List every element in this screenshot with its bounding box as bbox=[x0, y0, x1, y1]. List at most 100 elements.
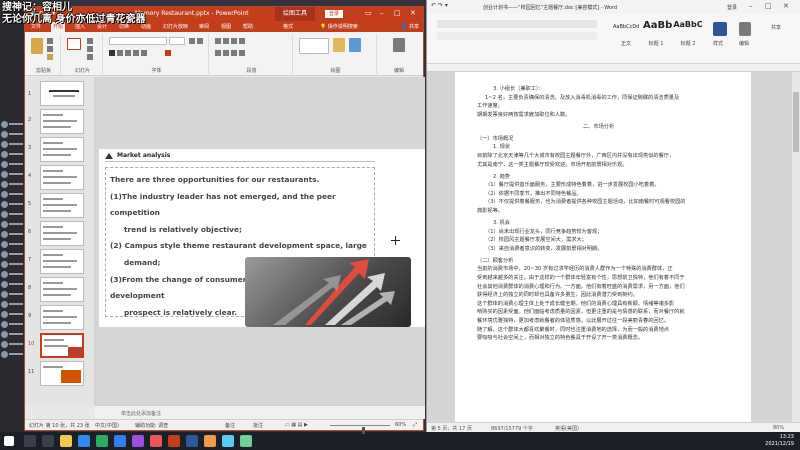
copy-icon[interactable] bbox=[47, 46, 53, 52]
zoom-slider-thumb[interactable] bbox=[362, 427, 365, 434]
styles-pane-label[interactable]: 样式 bbox=[713, 40, 723, 47]
maximize-icon[interactable]: □ bbox=[394, 9, 401, 17]
slide-thumb-6[interactable] bbox=[40, 221, 84, 246]
tab-help[interactable]: 帮助 bbox=[241, 22, 255, 32]
increase-font-icon[interactable] bbox=[189, 38, 195, 44]
cut-icon[interactable] bbox=[47, 38, 53, 44]
slide-thumb-7[interactable] bbox=[40, 249, 84, 274]
font-size-select[interactable] bbox=[169, 37, 185, 45]
word-language[interactable]: 英语(美国) bbox=[555, 425, 579, 432]
app-icon-purple[interactable] bbox=[132, 435, 144, 447]
notes-pane[interactable]: 单击此处添加备注 bbox=[95, 405, 425, 419]
app-icon-orange[interactable] bbox=[204, 435, 216, 447]
word-zoom-level[interactable]: 80% bbox=[773, 425, 784, 431]
app-icon-blue[interactable] bbox=[114, 435, 126, 447]
slide-thumb-10-selected[interactable] bbox=[40, 333, 84, 358]
drawing-tools-context-tab[interactable]: 绘图工具 bbox=[275, 7, 315, 21]
style-heading-1[interactable]: AaBb 标题 1 bbox=[643, 18, 672, 48]
layout-icon[interactable] bbox=[87, 38, 93, 44]
word-document-area[interactable]: 3. 小组长（兼职工）： 1~2 名，主要负责确保的清洗、及放入消毒机消毒的工作，… bbox=[427, 72, 800, 422]
tab-format[interactable]: 格式 bbox=[281, 22, 295, 32]
slide-thumb-9[interactable] bbox=[40, 305, 84, 330]
shapes-gallery[interactable] bbox=[299, 38, 329, 54]
slide-10[interactable]: Market analysis There are three opportun… bbox=[99, 149, 425, 327]
italic-icon[interactable] bbox=[117, 50, 123, 56]
slide-thumb-5[interactable] bbox=[40, 193, 84, 218]
view-buttons[interactable]: ▭ ▦ ▤ ▶ bbox=[285, 422, 308, 428]
slide-thumb-4[interactable] bbox=[40, 165, 84, 190]
arrange-icon[interactable] bbox=[333, 38, 345, 52]
slide-editing-canvas[interactable]: Market analysis There are three opportun… bbox=[95, 77, 425, 405]
style-normal[interactable]: AaBbCcDd 正文 bbox=[613, 18, 639, 48]
font-family-select[interactable] bbox=[109, 37, 167, 45]
start-windows-icon[interactable] bbox=[4, 436, 14, 446]
decrease-font-icon[interactable] bbox=[197, 38, 203, 44]
comments-toggle[interactable]: 批注 bbox=[253, 422, 263, 429]
numbering-icon[interactable] bbox=[223, 38, 229, 44]
underline-icon[interactable] bbox=[125, 50, 131, 56]
find-icon[interactable] bbox=[393, 38, 405, 52]
slide-title[interactable]: Market analysis bbox=[117, 152, 170, 159]
zoom-level[interactable]: 60% bbox=[395, 422, 406, 428]
slide-thumb-3[interactable] bbox=[40, 137, 84, 162]
app-icon-red[interactable] bbox=[150, 435, 162, 447]
ribbon-display-icon[interactable]: ▭ bbox=[365, 9, 372, 17]
word-taskbar-icon[interactable] bbox=[186, 435, 198, 447]
word-minimize-icon[interactable]: – bbox=[749, 2, 753, 10]
file-explorer-icon[interactable] bbox=[60, 435, 72, 447]
notes-toggle[interactable]: 备注 bbox=[225, 422, 235, 429]
ppt-login-button[interactable]: 登录 bbox=[325, 10, 344, 18]
style-heading-2[interactable]: AaBbC 标题 2 bbox=[673, 18, 703, 48]
shadow-icon[interactable] bbox=[141, 50, 147, 56]
close-icon[interactable]: ✕ bbox=[410, 9, 416, 17]
tell-me-search[interactable]: 💡 操作说明搜索 bbox=[320, 23, 358, 30]
ppt-share-button[interactable]: 👤 共享 bbox=[401, 23, 419, 30]
format-painter-icon[interactable] bbox=[47, 54, 53, 60]
powerpoint-taskbar-icon[interactable] bbox=[168, 435, 180, 447]
section-icon[interactable] bbox=[87, 54, 93, 60]
strikethrough-icon[interactable] bbox=[133, 50, 139, 56]
increase-indent-icon[interactable] bbox=[239, 38, 245, 44]
system-clock[interactable]: 13:23 2021/12/19 bbox=[765, 434, 794, 447]
fit-slide-icon[interactable]: ⤢ bbox=[413, 422, 417, 428]
paste-icon[interactable] bbox=[31, 38, 43, 54]
app-icon-mint[interactable] bbox=[240, 435, 252, 447]
align-left-icon[interactable] bbox=[215, 50, 221, 56]
word-ruler[interactable] bbox=[427, 64, 800, 72]
word-font-controls[interactable] bbox=[437, 20, 597, 28]
app-icon-green[interactable] bbox=[96, 435, 108, 447]
zoom-slider[interactable] bbox=[330, 425, 390, 434]
word-window[interactable]: ↶ ↷ ▾ 创业计划书——“校园回忆”主题餐厅.doc [兼容模式] - Wor… bbox=[426, 0, 800, 432]
search-icon[interactable] bbox=[24, 435, 36, 447]
word-count[interactable]: 8697/15779 个字 bbox=[491, 425, 533, 432]
slide-thumb-8[interactable] bbox=[40, 277, 84, 302]
align-center-icon[interactable] bbox=[223, 50, 229, 56]
slide-thumb-11[interactable] bbox=[40, 361, 84, 386]
word-maximize-icon[interactable]: □ bbox=[765, 2, 772, 10]
word-page-position[interactable]: 第 5 页，共 17 页 bbox=[431, 425, 472, 432]
powerpoint-window[interactable]: 💾 ↶ ↷ ▾ Memory Restaurant.pptx - PowerPo… bbox=[24, 6, 425, 434]
scrollbar-thumb[interactable] bbox=[793, 92, 799, 152]
decrease-indent-icon[interactable] bbox=[231, 38, 237, 44]
slide-thumb-2[interactable] bbox=[40, 109, 84, 134]
minimize-icon[interactable]: – bbox=[380, 9, 384, 17]
styles-pane-icon[interactable] bbox=[713, 22, 727, 36]
new-slide-icon[interactable] bbox=[67, 38, 81, 50]
word-close-icon[interactable]: ✕ bbox=[783, 2, 789, 10]
font-color-icon[interactable] bbox=[165, 50, 171, 56]
align-right-icon[interactable] bbox=[231, 50, 237, 56]
word-title-bar[interactable]: ↶ ↷ ▾ 创业计划书——“校园回忆”主题餐厅.doc [兼容模式] - Wor… bbox=[427, 0, 800, 14]
browser-icon[interactable] bbox=[78, 435, 90, 447]
word-format-controls[interactable] bbox=[437, 32, 597, 40]
word-quick-access[interactable]: ↶ ↷ ▾ bbox=[431, 2, 448, 9]
bullets-icon[interactable] bbox=[215, 38, 221, 44]
app-icon-cyan[interactable] bbox=[222, 435, 234, 447]
word-page[interactable]: 3. 小组长（兼职工）： 1~2 名，主要负责确保的清洗、及放入消毒机消毒的工作，… bbox=[455, 72, 751, 422]
quick-styles-icon[interactable] bbox=[349, 38, 361, 52]
reset-icon[interactable] bbox=[87, 46, 93, 52]
slide-thumb-1[interactable] bbox=[40, 81, 84, 106]
bold-icon[interactable] bbox=[109, 50, 115, 56]
editing-label[interactable]: 编辑 bbox=[739, 40, 749, 47]
word-share-button[interactable]: 共享 bbox=[771, 24, 781, 31]
justify-icon[interactable] bbox=[239, 50, 245, 56]
